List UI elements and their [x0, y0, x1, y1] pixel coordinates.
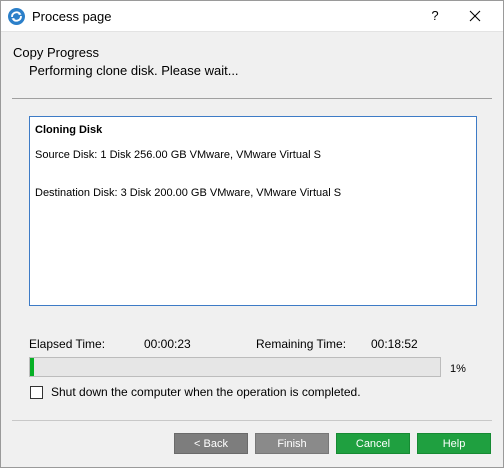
finish-button[interactable]: Finish: [255, 433, 329, 454]
section-title: Copy Progress: [13, 45, 99, 60]
footer-divider: [12, 420, 492, 421]
header-divider: [12, 98, 492, 99]
elapsed-time-label: Elapsed Time:: [29, 337, 106, 351]
source-disk-line: Source Disk: 1 Disk 256.00 GB VMware, VM…: [35, 149, 321, 161]
help-button[interactable]: Help: [417, 433, 491, 454]
cancel-button[interactable]: Cancel: [336, 433, 410, 454]
elapsed-time-value: 00:00:23: [144, 337, 191, 351]
remaining-time-label: Remaining Time:: [256, 337, 347, 351]
process-window: Process page ? Copy Progress Performing …: [0, 0, 504, 468]
remaining-time-value: 00:18:52: [371, 337, 418, 351]
back-button[interactable]: < Back: [174, 433, 248, 454]
window-title: Process page: [32, 9, 112, 24]
log-panel[interactable]: Cloning Disk Source Disk: 1 Disk 256.00 …: [29, 116, 477, 306]
destination-disk-line: Destination Disk: 3 Disk 200.00 GB VMwar…: [35, 187, 342, 199]
close-icon: [469, 10, 481, 22]
shutdown-checkbox[interactable]: [30, 386, 43, 399]
shutdown-label[interactable]: Shut down the computer when the operatio…: [51, 385, 361, 399]
help-titlebar-button[interactable]: ?: [425, 6, 445, 26]
close-button[interactable]: [461, 5, 489, 27]
log-title: Cloning Disk: [35, 124, 103, 136]
title-bar: Process page ?: [1, 1, 503, 32]
section-subtitle: Performing clone disk. Please wait...: [29, 63, 239, 78]
app-logo-icon: [8, 8, 25, 25]
progress-bar: [29, 357, 441, 377]
progress-fill: [30, 358, 35, 376]
progress-percent: 1%: [450, 363, 466, 375]
